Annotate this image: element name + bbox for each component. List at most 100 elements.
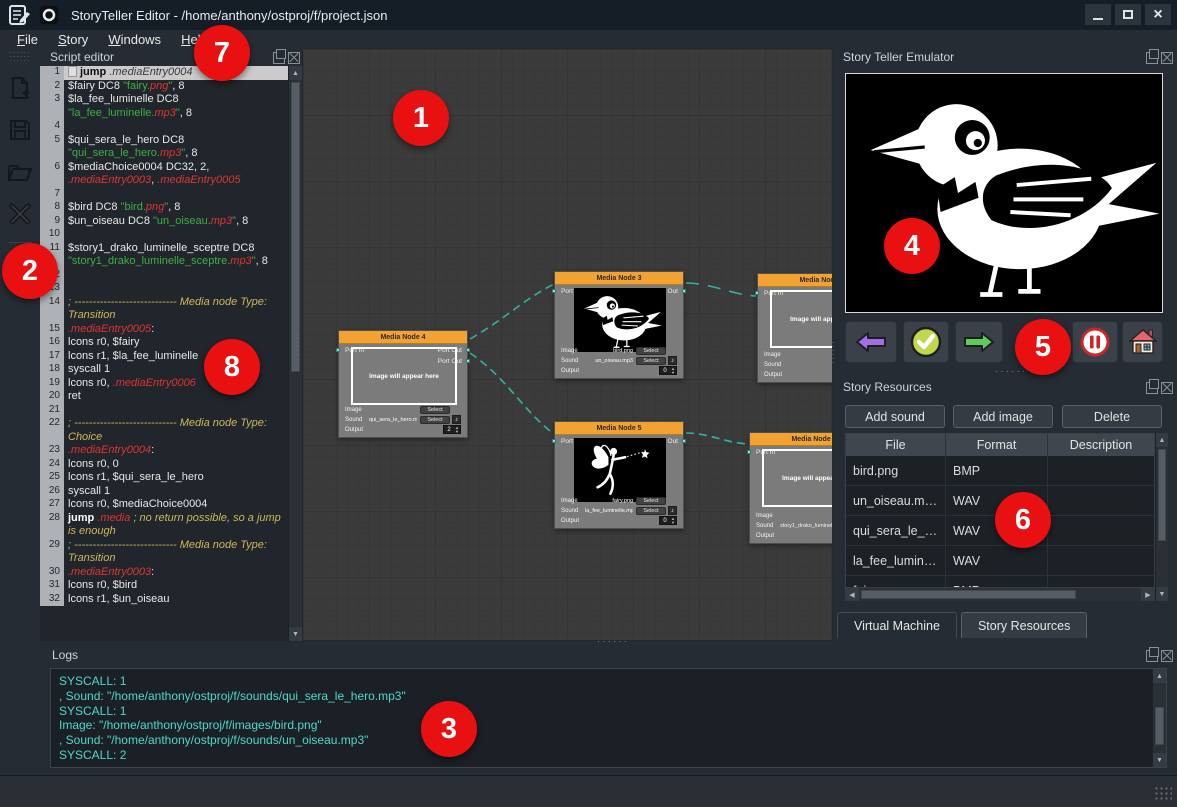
open-button[interactable] [6,158,34,186]
select-image-button[interactable]: Select [420,406,450,414]
menu-story[interactable]: Story [49,32,97,47]
output-spinner[interactable]: 0▲▼ [659,366,677,375]
close-project-button[interactable] [6,200,34,228]
media-node-3[interactable]: Media Node 3 Port In Port Out I [554,271,684,379]
next-button[interactable] [955,321,1003,363]
select-sound-button[interactable]: Select [636,357,666,365]
output-spinner[interactable]: 2▲▼ [443,425,461,434]
logs-console[interactable]: SYSCALL: 1, Sound: "/home/anthony/ostpro… [50,668,1167,768]
log-line: Image: "/home/anthony/ostproj/f/images/b… [59,718,1158,733]
splitter-canvas-logs[interactable]: ······ [597,636,629,647]
media-node-6[interactable]: Media Node 6 Port In Image will appear h… [749,432,833,544]
add-sound-button[interactable]: Add sound [845,405,945,428]
close-icon[interactable] [1161,650,1173,662]
code-line: 14; ---------------------------- Media n… [40,296,288,323]
delete-button[interactable]: Delete [1062,405,1162,428]
table-row[interactable]: la_fee_luminelle.mp3WAV [846,546,1154,576]
annotation-2: 2 [2,243,58,299]
code-line: 5$qui_sera_le_hero DC8 "qui_sera_le_hero… [40,134,288,161]
scroll-up-icon[interactable]: ▲ [1156,433,1168,447]
right-arrow-icon [962,330,996,354]
code-line: 12 [40,269,288,283]
table-row[interactable]: fairy.pngBMP [846,576,1154,588]
select-image-button[interactable]: Select [636,347,666,355]
table-hscrollbar[interactable]: ◀ ▶ [845,588,1155,601]
table-scrollbar[interactable]: ▲ ▼ [1155,433,1168,601]
table-row[interactable]: bird.pngBMP [846,456,1154,486]
annotation-7: 7 [194,25,250,81]
code-line: 4 [40,120,288,134]
new-script-button[interactable] [6,74,34,102]
code-line: 20ret [40,390,288,404]
scroll-right-icon[interactable]: ▶ [1141,588,1155,601]
splitter-editor-canvas[interactable]: ······ [295,332,301,356]
window-title: StoryTeller Editor - /home/anthony/ostpr… [71,8,387,23]
previous-button[interactable] [845,321,897,363]
float-icon[interactable] [1146,650,1158,662]
minimize-icon [1093,18,1103,20]
media-node-5[interactable]: Media Node 5 Port In Port Out Imagefairy… [554,421,684,529]
splitter-canvas-right[interactable]: ······ [830,340,836,364]
save-button[interactable] [6,116,34,144]
select-image-button[interactable]: Select [636,497,666,505]
menu-windows[interactable]: Windows [99,32,170,47]
annotation-4: 4 [884,218,940,274]
ok-button[interactable] [903,321,949,363]
node-title: Media Node 6 [750,433,833,446]
splitter-emulator-resources[interactable]: ······ [995,366,1027,377]
code-line: 6$mediaChoice0004 DC32, 2, .mediaEntry00… [40,161,288,188]
media-node-4[interactable]: Media Node 4 Port In Port Out Port Out I… [338,330,468,438]
open-folder-icon [7,160,33,184]
close-icon[interactable] [288,52,300,64]
check-icon [910,326,942,358]
tab-virtual-machine[interactable]: Virtual Machine [837,612,957,638]
close-icon[interactable] [1161,52,1173,64]
node-graph-canvas[interactable]: Media Node 4 Port In Port Out Port Out I… [302,48,833,641]
header-description[interactable]: Description [1048,434,1154,456]
scroll-left-icon[interactable]: ◀ [845,588,859,601]
dock-tab-bar: Virtual Machine Story Resources [837,612,1087,638]
select-sound-button[interactable]: Select [420,416,450,424]
float-icon[interactable] [1146,52,1158,64]
code-line: 9$un_oiseau DC8 "un_oiseau.mp3", 8 [40,215,288,229]
header-format[interactable]: Format [946,434,1048,456]
toolbar-drag-handle[interactable]: :::::::::::: [9,52,30,60]
code-line: 25lcons r1, $qui_sera_le_hero [40,471,288,485]
add-image-button[interactable]: Add image [953,405,1053,428]
scroll-down-icon[interactable]: ▼ [289,627,302,641]
logs-scrollbar[interactable]: ▲ ▼ [1152,669,1166,767]
code-line: 11$story1_drako_luminelle_sceptre DC8 "s… [40,242,288,269]
home-button[interactable] [1122,321,1163,363]
image-placeholder: Image will appear here [762,449,833,507]
header-file[interactable]: File [846,434,946,456]
script-editor[interactable]: 1jump .mediaEntry00042$fairy DC8 "fairy.… [40,66,302,641]
pause-button[interactable] [1072,321,1118,363]
close-icon[interactable] [1161,382,1173,394]
code-line: 3$la_fee_luminelle DC8 "la_fee_luminelle… [40,93,288,120]
emulator-bird-image [846,74,1162,312]
media-node-2[interactable]: Media Node 2 Port In Image will appear h… [757,273,833,383]
float-icon[interactable] [273,52,285,64]
menu-file[interactable]: File [8,32,47,47]
speaker-icon[interactable]: ♪ [668,356,677,365]
scroll-down-icon[interactable]: ▼ [1156,587,1168,601]
table-cell [1048,546,1154,575]
table-cell [1048,486,1154,515]
tab-story-resources[interactable]: Story Resources [961,612,1087,638]
float-icon[interactable] [1146,382,1158,394]
speaker-icon[interactable]: ♪ [452,415,461,424]
log-line: SYSCALL: 2 [59,748,1158,763]
minimize-button[interactable] [1085,4,1111,25]
scroll-up-icon[interactable]: ▲ [289,66,302,80]
code-line: 13 [40,282,288,296]
maximize-button[interactable] [1115,4,1141,25]
close-button[interactable]: × [1145,4,1171,25]
select-sound-button[interactable]: Select [636,507,666,515]
scroll-up-icon[interactable]: ▲ [1153,669,1166,683]
annotation-1: 1 [393,90,449,146]
table-cell [1048,576,1154,588]
resize-grip[interactable] [1154,786,1172,802]
speaker-icon[interactable]: ♪ [668,506,677,515]
output-spinner[interactable]: 0▲▼ [659,516,677,525]
scroll-down-icon[interactable]: ▼ [1153,753,1166,767]
